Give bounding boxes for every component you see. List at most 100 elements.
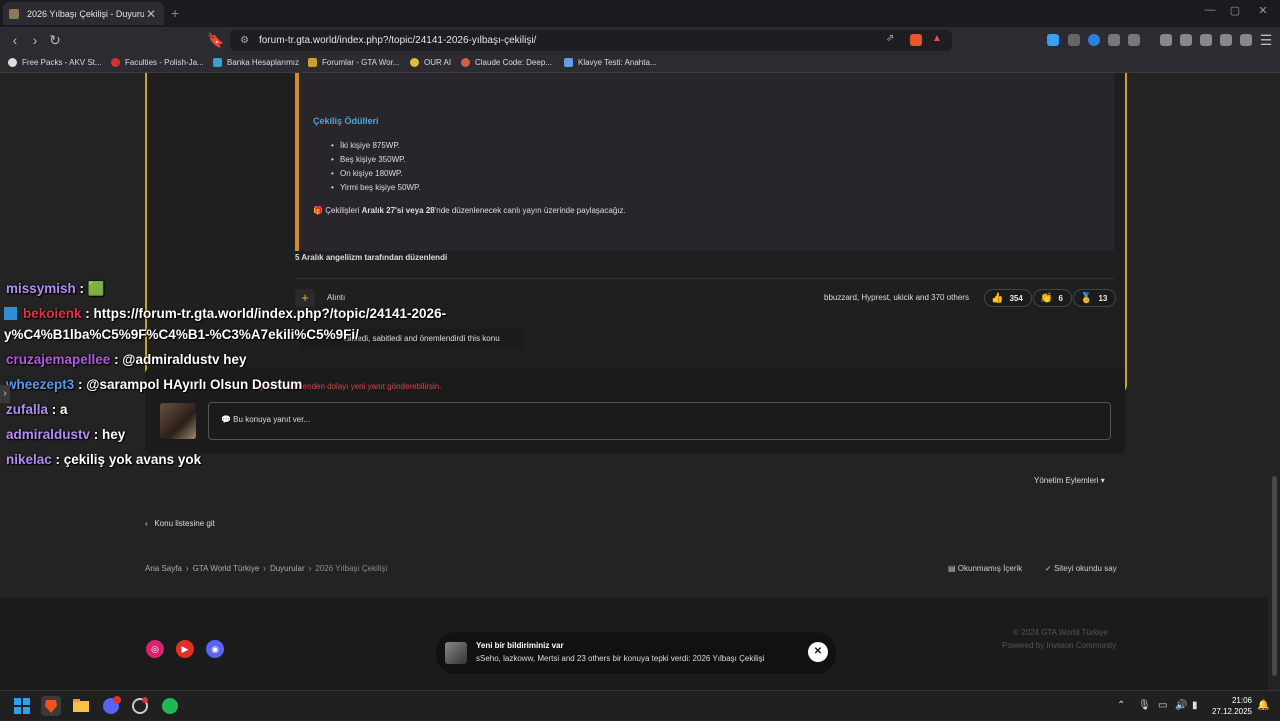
- scrollbar-thumb[interactable]: [1272, 476, 1277, 676]
- mark-site-read-link[interactable]: ✓ Siteyi okundu say: [1045, 564, 1117, 573]
- reaction-medal[interactable]: 🏅 13: [1073, 289, 1117, 307]
- bookmark-label: Forumlar - GTA Wor...: [322, 58, 400, 67]
- screenshot-icon[interactable]: [1128, 34, 1140, 46]
- youtube-icon[interactable]: ▶: [176, 640, 194, 658]
- bookmark-favicon-icon: [410, 58, 419, 67]
- bookmark-item[interactable]: Forumlar - GTA Wor...: [308, 58, 400, 67]
- sidebar-icon[interactable]: [1180, 34, 1192, 46]
- media-icon[interactable]: [1160, 34, 1172, 46]
- file-explorer-icon[interactable]: [71, 696, 91, 716]
- chat-username: admiraldustv: [6, 427, 91, 442]
- bookmark-label: Free Packs - AKV St...: [22, 58, 102, 67]
- taskbar: ⌃ 🎙 ▭ 🔊 ▮ 21:06 27.12.2025 🔔: [0, 690, 1280, 720]
- share-icon[interactable]: ⇗: [886, 33, 894, 44]
- address-bar[interactable]: ⚙ forum-tr.gta.world/index.php?/topic/24…: [230, 30, 952, 51]
- moderation-actions-menu[interactable]: Yönetim Eylemleri ▾: [1034, 476, 1105, 485]
- brave-rewards-icon[interactable]: ▲: [932, 33, 942, 44]
- extension-icon[interactable]: [1068, 34, 1080, 46]
- maximize-icon[interactable]: ▢: [1220, 4, 1250, 17]
- bookmark-favicon-icon: [461, 58, 470, 67]
- bookmark-item[interactable]: Claude Code: Deep...: [461, 58, 552, 67]
- chat-text: y%C4%B1lba%C5%9F%C4%B1-%C3%A7ekili%C5%9F…: [4, 327, 359, 342]
- bookmark-item[interactable]: OUR AI: [410, 58, 451, 67]
- chat-username: bekoienk: [23, 306, 82, 321]
- clap-icon: 👏: [1040, 292, 1053, 304]
- vpn-extension-icon[interactable]: [1088, 34, 1100, 46]
- audio-extension-icon[interactable]: [1047, 34, 1059, 46]
- menu-icon[interactable]: ☰: [1257, 32, 1275, 49]
- back-icon[interactable]: ‹: [6, 32, 24, 48]
- brave-browser-icon[interactable]: [41, 696, 61, 716]
- chat-text: : @sarampol HAyırlı Olsun Dostum: [74, 377, 303, 392]
- breadcrumb: Ana Sayfa › GTA World Türkiye › Duyurular ›…: [145, 564, 387, 573]
- bookmark-item[interactable]: Faculties - Polish-Ja...: [111, 58, 204, 67]
- notification-close-button[interactable]: ✕: [808, 642, 828, 662]
- wallet-icon[interactable]: [1200, 34, 1212, 46]
- browser-tab[interactable]: 2026 Yılbaşı Çekilişi - Duyurular ✕: [3, 2, 164, 25]
- microphone-icon[interactable]: 🎙: [1138, 700, 1151, 711]
- battery-icon[interactable]: ▮: [1192, 700, 1198, 711]
- bookmark-item[interactable]: Banka Hesaplarımız: [213, 58, 299, 67]
- reactors-list[interactable]: bbuzzard, Hyprest, ukicik and 370 others: [824, 293, 969, 302]
- tab-close-icon[interactable]: ✕: [144, 7, 158, 21]
- discord-taskbar-icon[interactable]: [101, 696, 121, 716]
- back-to-topic-list[interactable]: ‹ Konu listesine git: [145, 519, 215, 528]
- brave-shield-icon[interactable]: [910, 34, 922, 46]
- reply-input[interactable]: 💬 Bu konuya yanıt ver...: [208, 402, 1111, 440]
- close-window-icon[interactable]: ✕: [1248, 4, 1278, 17]
- tray-chevron-icon[interactable]: ⌃: [1117, 700, 1125, 711]
- windows-start-icon[interactable]: [12, 696, 32, 716]
- reload-icon[interactable]: ↻: [46, 32, 64, 49]
- site-info-icon[interactable]: ⚙: [240, 35, 249, 46]
- discord-icon[interactable]: ◉: [206, 640, 224, 658]
- note-date: Aralık 27'si veya 28: [361, 206, 435, 215]
- quote-button[interactable]: Alıntı: [327, 293, 345, 302]
- notification-title: Yeni bir bildiriminiz var: [476, 641, 564, 650]
- chat-message: bekoienk : https://forum-tr.gta.world/in…: [4, 306, 446, 321]
- network-icon[interactable]: ▭: [1158, 700, 1167, 711]
- chat-text: : @admiraldustv hey: [110, 352, 247, 367]
- notifications-icon[interactable]: 🔔: [1257, 700, 1269, 711]
- bookmark-label: Claude Code: Deep...: [475, 58, 552, 67]
- chat-username: nikelac: [6, 452, 52, 467]
- spotify-icon[interactable]: [160, 696, 180, 716]
- chat-text: : çekiliş yok avans yok: [51, 452, 202, 467]
- reaction-clap[interactable]: 👏 6: [1033, 289, 1072, 307]
- breadcrumb-item[interactable]: Duyurular: [270, 564, 305, 573]
- breadcrumb-item[interactable]: Ana Sayfa: [145, 564, 182, 573]
- unread-label: Okunmamış İçerik: [957, 564, 1023, 573]
- prizes-title: Çekiliş Ödülleri: [313, 116, 379, 126]
- breadcrumb-item[interactable]: GTA World Türkiye: [193, 564, 260, 573]
- bookmark-item[interactable]: Free Packs - AKV St...: [8, 58, 102, 67]
- powered-by-link[interactable]: Powered by Invision Community: [1002, 641, 1116, 650]
- divider: [295, 278, 1114, 279]
- bookmark-icon[interactable]: 🔖: [207, 32, 225, 49]
- unread-content-link[interactable]: ▤ Okunmamış İçerik: [948, 564, 1022, 573]
- system-clock[interactable]: 21:06 27.12.2025: [1208, 695, 1252, 717]
- avatar: [160, 403, 196, 439]
- chevron-left-icon: ‹: [145, 519, 148, 528]
- breadcrumb-current: 2026 Yılbaşı Çekilişi: [315, 564, 388, 573]
- multiquote-button[interactable]: +: [295, 289, 315, 307]
- new-tab-button[interactable]: +: [171, 5, 179, 21]
- web-page: Çekiliş Ödülleri İki kişiye 875WP. Beş k…: [0, 73, 1268, 690]
- brave-vpn-icon[interactable]: [1240, 34, 1252, 46]
- prize-item: İki kişiye 875WP.: [331, 141, 400, 150]
- bookmark-favicon-icon: [8, 58, 17, 67]
- bookmark-label: OUR AI: [424, 58, 452, 67]
- volume-icon[interactable]: 🔊: [1175, 700, 1187, 711]
- extensions-puzzle-icon[interactable]: [1108, 34, 1120, 46]
- edited-note: 5 Aralık angeliizm tarafından düzenlendi: [295, 253, 448, 262]
- reaction-like[interactable]: 👍 354: [984, 289, 1032, 307]
- scrollbar[interactable]: [1268, 73, 1280, 690]
- side-panel-toggle-icon[interactable]: ›: [0, 385, 10, 403]
- forum-favicon-icon: [9, 8, 19, 19]
- app-taskbar-icon[interactable]: [130, 696, 150, 716]
- chevron-right-icon: ›: [308, 564, 312, 573]
- forward-icon[interactable]: ›: [26, 32, 44, 48]
- bookmark-item[interactable]: Klavye Testi: Anahta...: [564, 58, 657, 67]
- notification-body: sSeho, lazkoww, Mertsi and 23 others bir…: [476, 654, 765, 663]
- leo-ai-icon[interactable]: [1220, 34, 1232, 46]
- instagram-icon[interactable]: ◎: [146, 640, 164, 658]
- notification-toast[interactable]: Yeni bir bildiriminiz var sSeho, lazkoww…: [436, 632, 836, 674]
